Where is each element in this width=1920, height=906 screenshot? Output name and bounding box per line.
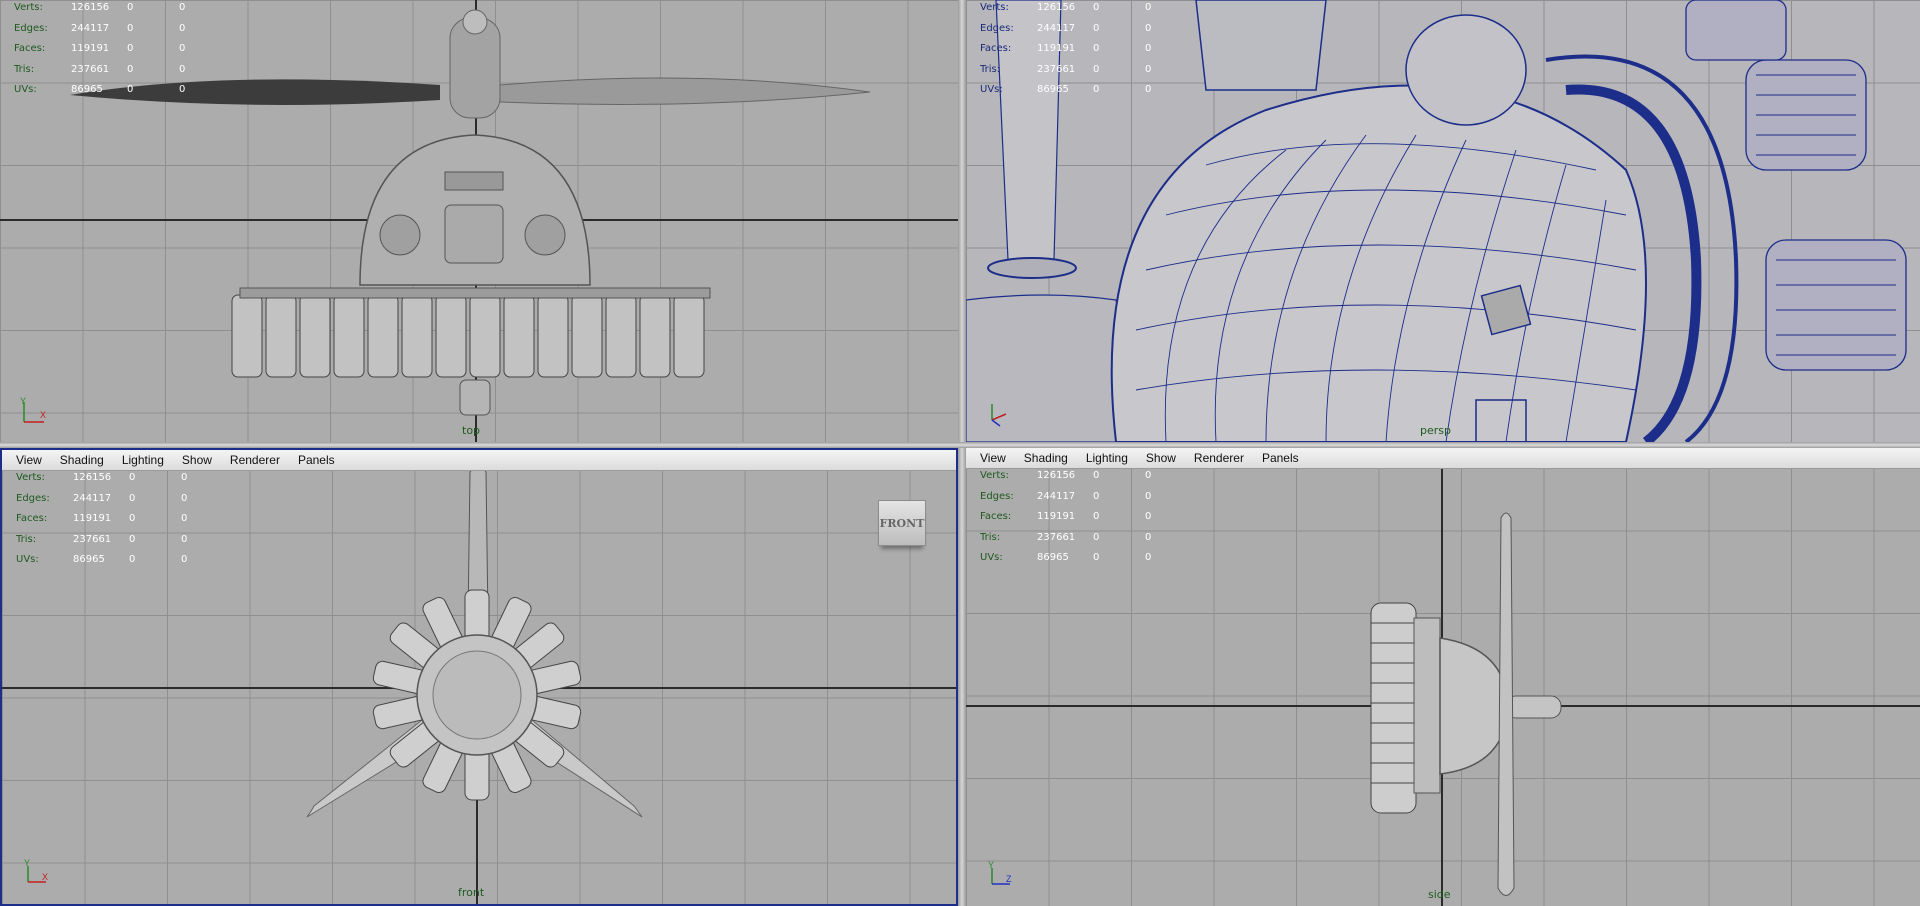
hud-row-tris: Tris: 237661 0 0 bbox=[14, 63, 186, 75]
menu-renderer[interactable]: Renderer bbox=[1194, 451, 1254, 465]
hud-stats: Verts: 126156 0 0 Edges: 244117 0 0 Faces: 1191… bbox=[980, 466, 1165, 569]
hud-row-verts: Verts: 126156 0 0 bbox=[16, 472, 188, 483]
hud-row-uvs: UVs: 86965 0 0 bbox=[980, 552, 1152, 563]
hud-row-verts: Verts: 126156 0 0 bbox=[14, 2, 186, 13]
hud-row-faces: Faces: 119191 0 0 bbox=[980, 43, 1152, 54]
hud-row-edges: Edges: 244117 0 0 bbox=[980, 22, 1152, 34]
menu-view[interactable]: View bbox=[980, 451, 1016, 465]
hud-row-verts: Verts: 126156 0 0 bbox=[980, 470, 1152, 481]
viewport-front[interactable]: View Shading Lighting Show Renderer Pane… bbox=[0, 448, 958, 906]
hud-row-uvs: UVs: 86965 0 0 bbox=[980, 84, 1152, 95]
svg-text:X: X bbox=[42, 872, 48, 882]
svg-text:X: X bbox=[40, 410, 46, 420]
viewport-splitter-vertical[interactable] bbox=[958, 0, 966, 906]
panel-menubar: View Shading Lighting Show Renderer Pane… bbox=[966, 448, 1920, 469]
menu-panels[interactable]: Panels bbox=[298, 453, 345, 467]
hud-row-uvs: UVs: 86965 0 0 bbox=[14, 84, 186, 95]
hud-row-edges: Edges: 244117 0 0 bbox=[980, 490, 1152, 502]
hud-stats: Verts: 126156 0 0 Edges: 244117 0 0 Faces: 1191… bbox=[980, 0, 1165, 101]
hud-stats: Verts: 126156 0 0 Edges: 244117 0 0 Faces: 1191… bbox=[16, 468, 201, 571]
hud-row-tris: Tris: 237661 0 0 bbox=[980, 63, 1152, 75]
axis-gizmo-icon: Y Z bbox=[988, 860, 1012, 885]
hud-row-faces: Faces: 119191 0 0 bbox=[980, 511, 1152, 522]
camera-label: persp bbox=[1420, 424, 1451, 437]
menu-show[interactable]: Show bbox=[1146, 451, 1186, 465]
svg-text:Y: Y bbox=[988, 860, 994, 870]
cylinder bbox=[464, 589, 490, 643]
axis-gizmo-icon: Y X bbox=[24, 858, 48, 883]
camera-label: side bbox=[1428, 888, 1451, 901]
viewport-top[interactable]: Verts: 126156 0 0 Edges: 244117 0 0 Faces: 1191… bbox=[0, 0, 958, 442]
menu-shading[interactable]: Shading bbox=[1024, 451, 1078, 465]
hud-row-edges: Edges: 244117 0 0 bbox=[16, 492, 188, 504]
viewcube-icon[interactable]: FRONT bbox=[878, 500, 926, 546]
hud-row-tris: Tris: 237661 0 0 bbox=[980, 531, 1152, 543]
hud-row-verts: Verts: 126156 0 0 bbox=[980, 2, 1152, 13]
cylinder-row bbox=[231, 294, 705, 378]
hud-row-faces: Faces: 119191 0 0 bbox=[14, 43, 186, 54]
axis-gizmo-icon: Y X bbox=[20, 396, 46, 423]
menu-show[interactable]: Show bbox=[182, 453, 222, 467]
viewport-persp[interactable]: Verts: 126156 0 0 Edges: 244117 0 0 Faces: 1191… bbox=[966, 0, 1920, 442]
menu-shading[interactable]: Shading bbox=[60, 453, 114, 467]
menu-lighting[interactable]: Lighting bbox=[1086, 451, 1138, 465]
menu-renderer[interactable]: Renderer bbox=[230, 453, 290, 467]
menu-lighting[interactable]: Lighting bbox=[122, 453, 174, 467]
svg-text:Y: Y bbox=[24, 858, 30, 868]
cylinder bbox=[464, 747, 490, 801]
hud-row-edges: Edges: 244117 0 0 bbox=[14, 22, 186, 34]
camera-label: front bbox=[458, 886, 485, 899]
svg-text:Z: Z bbox=[1006, 874, 1012, 884]
hud-row-faces: Faces: 119191 0 0 bbox=[16, 513, 188, 524]
svg-text:Y: Y bbox=[20, 396, 26, 406]
viewport-side[interactable]: View Shading Lighting Show Renderer Pane… bbox=[966, 448, 1920, 906]
hud-row-tris: Tris: 237661 0 0 bbox=[16, 533, 188, 545]
axis-gizmo-icon bbox=[991, 404, 1007, 427]
camera-label: top bbox=[462, 424, 481, 437]
maya-quad-view: Verts: 126156 0 0 Edges: 244117 0 0 Faces: 1191… bbox=[0, 0, 1920, 906]
panel-menubar: View Shading Lighting Show Renderer Pane… bbox=[2, 450, 956, 471]
menu-view[interactable]: View bbox=[16, 453, 52, 467]
menu-panels[interactable]: Panels bbox=[1262, 451, 1309, 465]
hud-stats: Verts: 126156 0 0 Edges: 244117 0 0 Faces: 1191… bbox=[14, 0, 199, 101]
hud-row-uvs: UVs: 86965 0 0 bbox=[16, 554, 188, 565]
